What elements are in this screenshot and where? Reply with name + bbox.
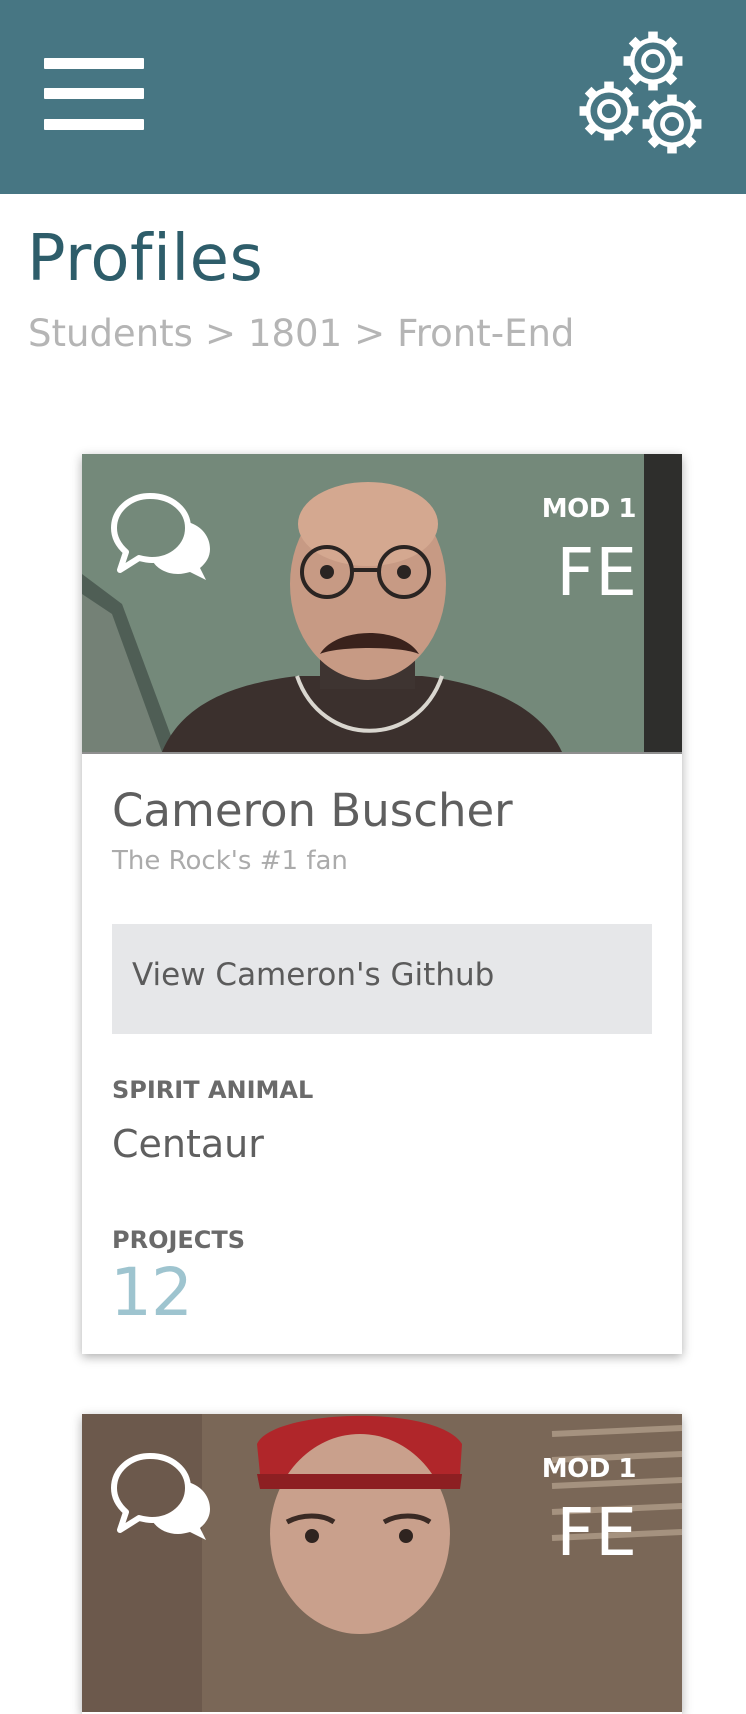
profile-card: MOD 1 FE Cameron Buscher The Rock's #1 f… [82,454,682,1354]
menu-button[interactable] [44,58,144,130]
track-label: FE [556,1494,638,1571]
hamburger-line [44,58,144,69]
header-bar [0,0,746,194]
spirit-animal-value: Centaur [112,1122,264,1166]
hamburger-line [44,119,144,130]
spirit-animal-label: SPIRIT ANIMAL [112,1076,314,1104]
mod-label: MOD 1 [541,494,637,524]
breadcrumb-students[interactable]: Students [28,312,193,355]
gears-icon [574,24,710,162]
github-button[interactable]: View Cameron's Github [112,924,652,1034]
profile-card: MOD 1 FE [82,1414,682,1714]
chat-bubbles-icon[interactable] [110,1442,214,1542]
photo-divider [82,752,682,754]
projects-count: 12 [110,1254,193,1331]
breadcrumb: Students >1801 > Front-End [28,312,574,355]
breadcrumb-separator: > [354,312,386,355]
student-tagline: The Rock's #1 fan [112,846,348,876]
breadcrumb-separator: > [204,312,236,355]
hamburger-line [44,88,144,99]
projects-label: PROJECTS [112,1226,246,1254]
breadcrumb-cohort[interactable]: 1801 [248,312,342,355]
track-label: FE [556,534,638,611]
student-name: Cameron Buscher [112,784,513,837]
mod-label: MOD 1 [541,1454,637,1484]
page-title: Profiles [27,222,264,296]
chat-bubbles-icon[interactable] [110,482,214,582]
breadcrumb-program[interactable]: Front-End [397,312,574,355]
settings-button[interactable] [574,24,710,162]
